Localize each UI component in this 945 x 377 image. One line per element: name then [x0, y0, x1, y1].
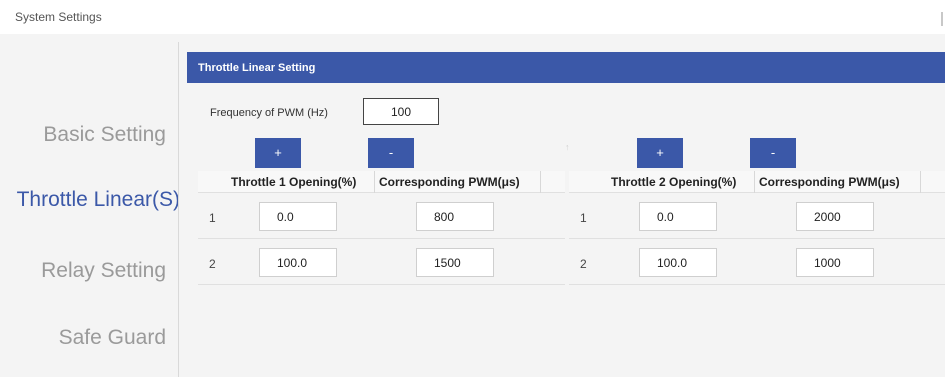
- window-edge: [941, 12, 943, 26]
- table-row: 1: [569, 194, 945, 239]
- panel-title: Throttle Linear Setting: [198, 62, 316, 74]
- table-row: 2: [198, 240, 565, 285]
- panel-header: Throttle Linear Setting: [187, 52, 945, 83]
- column-header-throttle-2-opening: Throttle 2 Opening(%): [607, 171, 755, 193]
- table-header: Throttle 1 Opening(%) Corresponding PWM(…: [198, 171, 565, 193]
- pwm-frequency-input[interactable]: [363, 98, 439, 125]
- throttle-linear-panel: Throttle Linear Setting Frequency of PWM…: [187, 52, 945, 377]
- column-header-throttle-1-opening: Throttle 1 Opening(%): [227, 171, 375, 193]
- app-title: System Settings: [15, 10, 102, 24]
- pwm-frequency-label: Frequency of PWM (Hz): [210, 107, 328, 119]
- table-row: 1: [198, 194, 565, 239]
- pwm-input[interactable]: [416, 248, 494, 277]
- throttle-opening-input[interactable]: [259, 202, 337, 231]
- sidebar-item-safe-guard[interactable]: Safe Guard: [59, 326, 166, 350]
- sidebar-divider: [178, 42, 179, 377]
- pwm-input[interactable]: [416, 202, 494, 231]
- pwm-input[interactable]: [796, 202, 874, 231]
- throttle-opening-input[interactable]: [259, 248, 337, 277]
- throttle-opening-input[interactable]: [639, 248, 717, 277]
- sidebar-item-throttle-linear[interactable]: Throttle Linear(S): [17, 188, 180, 212]
- add-row-button-throttle-1[interactable]: +: [255, 138, 301, 168]
- row-index: 2: [580, 257, 587, 271]
- add-row-button-throttle-2[interactable]: +: [637, 138, 683, 168]
- throttle-opening-input[interactable]: [639, 202, 717, 231]
- remove-row-button-throttle-2[interactable]: -: [750, 138, 796, 168]
- scroll-up-arrow-icon: ↑: [565, 142, 570, 152]
- row-index: 1: [580, 211, 587, 225]
- column-header-corresponding-pwm: Corresponding PWM(μs): [755, 171, 921, 193]
- column-header-corresponding-pwm: Corresponding PWM(μs): [375, 171, 541, 193]
- table-header: Throttle 2 Opening(%) Corresponding PWM(…: [569, 171, 945, 193]
- sidebar: Basic Setting Throttle Linear(S) Relay S…: [0, 34, 180, 377]
- pwm-input[interactable]: [796, 248, 874, 277]
- row-index: 1: [209, 211, 216, 225]
- title-bar: System Settings: [0, 0, 945, 34]
- remove-row-button-throttle-1[interactable]: -: [368, 138, 414, 168]
- row-index: 2: [209, 257, 216, 271]
- sidebar-item-basic-setting[interactable]: Basic Setting: [43, 123, 166, 147]
- table-row: 2: [569, 240, 945, 285]
- sidebar-item-relay-setting[interactable]: Relay Setting: [41, 259, 166, 283]
